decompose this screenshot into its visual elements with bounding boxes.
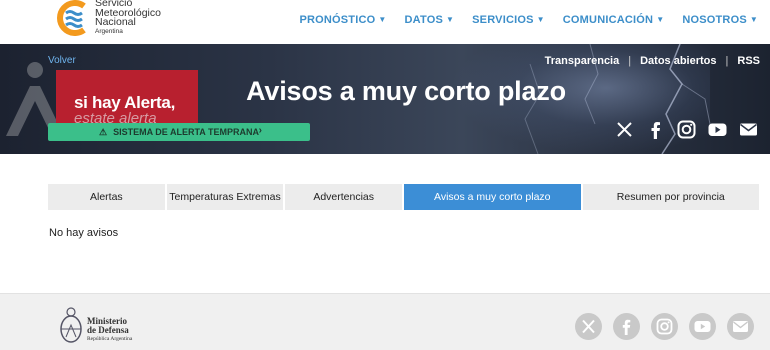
menu-label: NOSOTROS	[682, 14, 747, 26]
menu-pronostico[interactable]: PRONÓSTICO ▼	[299, 14, 386, 26]
chevron-down-icon: ▼	[749, 15, 758, 24]
chevron-down-icon: ▼	[536, 15, 545, 24]
smn-logo[interactable]: Servicio Meteorológico Nacional Argentin…	[54, 0, 184, 36]
sat-button-label: SISTEMA DE ALERTA TEMPRANA	[113, 127, 259, 137]
tab-avisos-muy-corto-plazo[interactable]: Avisos a muy corto plazo	[404, 184, 581, 210]
mail-icon[interactable]	[727, 313, 754, 340]
datos-abiertos-link[interactable]: Datos abiertos	[640, 55, 716, 67]
menu-datos[interactable]: DATOS ▼	[405, 14, 455, 26]
tab-advertencias[interactable]: Advertencias	[285, 184, 403, 210]
facebook-icon[interactable]	[613, 313, 640, 340]
instagram-icon[interactable]	[651, 313, 678, 340]
footer-social-links	[575, 313, 754, 340]
menu-label: SERVICIOS	[472, 14, 534, 26]
top-navbar: Servicio Meteorológico Nacional Argentin…	[0, 0, 770, 44]
logo-line-4: Argentina	[95, 27, 123, 35]
sistema-alerta-temprana-button[interactable]: ⚠ SISTEMA DE ALERTA TEMPRANA ›	[48, 123, 310, 141]
instagram-icon[interactable]	[677, 120, 696, 139]
ministerio-line-2: de Defensa	[87, 325, 129, 335]
chevron-down-icon: ▼	[378, 15, 387, 24]
tab-temperaturas-extremas[interactable]: Temperaturas Extremas	[166, 184, 284, 210]
x-icon[interactable]	[575, 313, 602, 340]
ministerio-text: Ministerio de Defensa República Argentin…	[87, 317, 132, 344]
menu-label: DATOS	[404, 14, 444, 26]
transparencia-link[interactable]: Transparencia	[545, 55, 620, 67]
chevron-down-icon: ▼	[656, 15, 665, 24]
coat-of-arms-icon	[60, 307, 82, 343]
ministerio-line-3: República Argentina	[87, 336, 133, 342]
logo-text: Servicio Meteorológico Nacional Argentin…	[95, 0, 161, 36]
hero-social-links	[615, 120, 758, 139]
menu-label: PRONÓSTICO	[299, 14, 376, 26]
rss-link[interactable]: RSS	[737, 55, 760, 67]
menu-label: COMUNICACIÓN	[562, 14, 654, 26]
hero-banner: si hay Alerta, estate alerta Volver Tran…	[0, 44, 770, 154]
youtube-icon[interactable]	[708, 120, 727, 139]
facebook-icon[interactable]	[646, 120, 665, 139]
page-title: Avisos a muy corto plazo	[246, 76, 566, 106]
warning-icon: ⚠	[99, 126, 108, 137]
chevron-right-icon: ›	[258, 125, 262, 136]
chevron-down-icon: ▼	[446, 15, 455, 24]
mail-icon[interactable]	[739, 120, 758, 139]
youtube-icon[interactable]	[689, 313, 716, 340]
back-link[interactable]: Volver	[48, 55, 76, 66]
tab-alertas[interactable]: Alertas	[48, 184, 165, 210]
tab-resumen-por-provincia[interactable]: Resumen por provincia	[582, 184, 760, 210]
x-icon[interactable]	[615, 120, 634, 139]
tab-bar: Alertas Temperaturas Extremas Advertenci…	[48, 184, 760, 210]
divider: |	[725, 55, 729, 67]
top-links: Transparencia | Datos abiertos | RSS	[545, 55, 760, 67]
menu-nosotros[interactable]: NOSOTROS ▼	[682, 14, 758, 26]
ministerio-defensa-logo[interactable]: Ministerio de Defensa República Argentin…	[58, 307, 148, 347]
footer: Ministerio de Defensa República Argentin…	[0, 293, 770, 350]
menu-servicios[interactable]: SERVICIOS ▼	[472, 14, 545, 26]
menu-comunicacion[interactable]: COMUNICACIÓN ▼	[563, 14, 665, 26]
main-menu: PRONÓSTICO ▼ DATOS ▼ SERVICIOS ▼ COMUNICACI…	[299, 14, 758, 26]
smn-logo-icon	[57, 0, 86, 36]
divider: |	[628, 55, 632, 67]
logo-line-3: Nacional	[95, 16, 136, 28]
empty-state-message: No hay avisos	[49, 227, 119, 239]
